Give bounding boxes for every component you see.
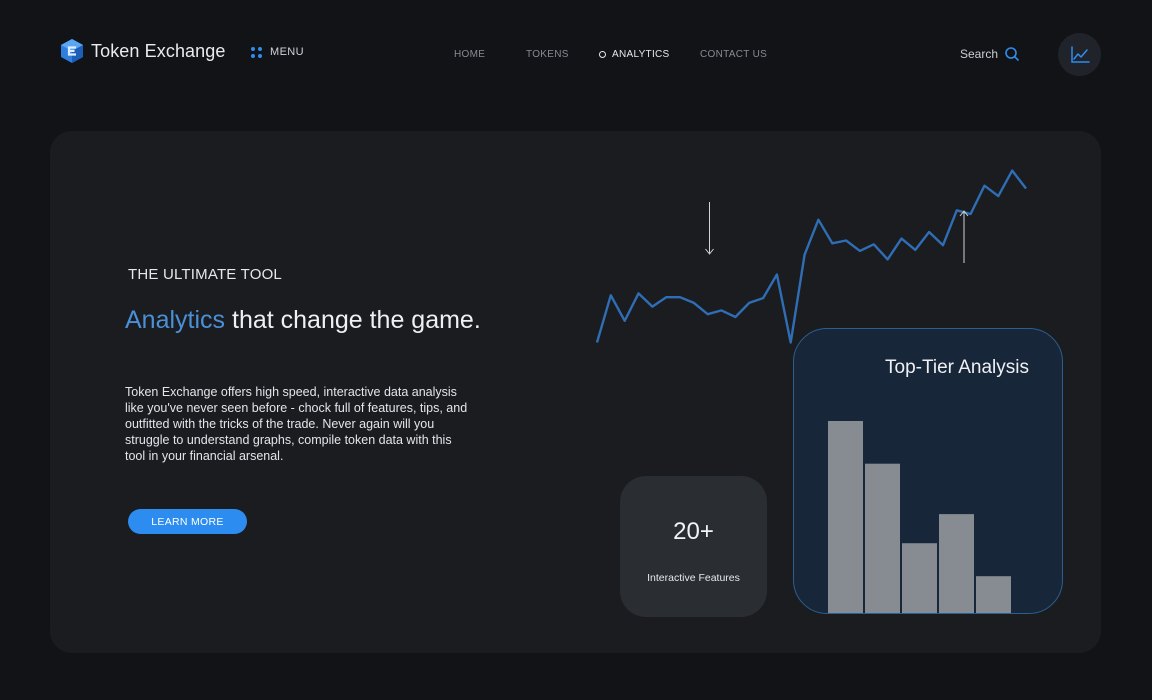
hero-eyebrow: THE ULTIMATE TOOL bbox=[128, 266, 282, 283]
analytics-shortcut-button[interactable] bbox=[1058, 33, 1101, 76]
headline-rest: that change the game. bbox=[225, 306, 481, 334]
features-label: Interactive Features bbox=[647, 572, 740, 584]
bar-0 bbox=[828, 421, 863, 613]
price-line bbox=[595, 169, 1027, 344]
analysis-title: Top-Tier Analysis bbox=[885, 357, 1029, 378]
features-count: 20+ bbox=[673, 518, 714, 545]
bar-3 bbox=[939, 514, 974, 613]
nav-item-home[interactable]: HOME bbox=[454, 49, 485, 60]
arrow-down-icon bbox=[705, 202, 714, 255]
search-button[interactable]: Search bbox=[960, 46, 1020, 62]
search-icon bbox=[1005, 47, 1019, 61]
arrow-up-icon bbox=[959, 210, 969, 263]
hero-headline: Analytics that change the game. bbox=[125, 306, 481, 335]
headline-accent: Analytics bbox=[125, 306, 226, 334]
bar-2 bbox=[902, 543, 937, 613]
bar-4 bbox=[976, 576, 1011, 613]
nav-item-analytics[interactable]: ANALYTICS bbox=[599, 49, 670, 60]
line-chart-icon bbox=[1070, 45, 1090, 63]
learn-more-button[interactable]: LEARN MORE bbox=[128, 509, 247, 534]
nav-item-tokens[interactable]: TOKENS bbox=[526, 49, 569, 60]
line-series bbox=[595, 169, 1027, 344]
hero-description: Token Exchange offers high speed, intera… bbox=[125, 385, 468, 463]
search-label: Search bbox=[960, 47, 999, 61]
nav-item-contact[interactable]: CONTACT US bbox=[700, 49, 767, 60]
nav-item-analytics-label: ANALYTICS bbox=[612, 49, 670, 60]
bar-1 bbox=[865, 463, 900, 613]
active-indicator-icon bbox=[599, 51, 606, 58]
features-card: 20+ Interactive Features bbox=[620, 476, 767, 617]
analysis-card: Top-Tier Analysis bbox=[793, 328, 1063, 614]
top-header: Token Exchange MENU HOME TOKENS ANALYTIC… bbox=[0, 0, 1152, 110]
